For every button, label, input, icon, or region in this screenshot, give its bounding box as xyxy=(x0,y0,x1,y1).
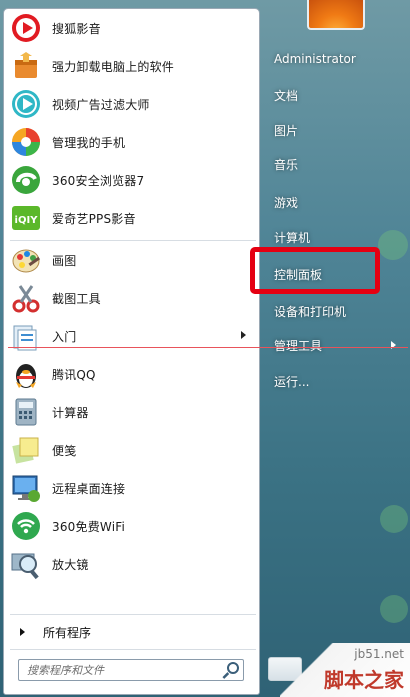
remote-desktop-icon xyxy=(10,472,42,504)
program-item[interactable]: 画图 xyxy=(10,242,258,278)
program-item[interactable]: 强力卸载电脑上的软件 xyxy=(10,48,258,84)
triangle-right-icon xyxy=(20,628,25,636)
search-input[interactable] xyxy=(19,663,221,677)
program-label: 入门 xyxy=(52,329,77,344)
right-item-admin-tools[interactable]: 管理工具 xyxy=(268,332,398,358)
360-browser-icon xyxy=(10,164,42,196)
separator xyxy=(10,614,256,615)
uninstall-box-icon xyxy=(10,50,42,82)
program-item[interactable]: 远程桌面连接 xyxy=(10,470,258,506)
wifi-icon xyxy=(10,510,42,542)
program-item[interactable]: 腾讯QQ xyxy=(10,356,258,392)
right-item-label: 管理工具 xyxy=(274,338,323,353)
right-item-documents[interactable]: 文档 xyxy=(268,82,398,108)
right-item-label: Administrator xyxy=(274,52,356,66)
program-item[interactable]: 截图工具 xyxy=(10,280,258,316)
right-item-label: 游戏 xyxy=(274,195,299,210)
watermark-name: 脚本之家 xyxy=(324,668,404,692)
search-box[interactable] xyxy=(18,659,244,681)
right-item-label: 运行... xyxy=(274,374,310,389)
snipping-tool-icon xyxy=(10,282,42,314)
right-item-label: 计算机 xyxy=(274,230,311,245)
annotation-line xyxy=(8,347,408,348)
program-label: 画图 xyxy=(52,253,77,268)
svg-text:iQIY: iQIY xyxy=(15,215,39,226)
program-item[interactable]: 计算器 xyxy=(10,394,258,430)
program-label: 视频广告过滤大师 xyxy=(52,97,150,112)
right-item-label: 音乐 xyxy=(274,157,299,172)
watermark: jb51.net 脚本之家 xyxy=(280,643,410,697)
program-item[interactable]: 放大镜 xyxy=(10,546,258,582)
program-label: 强力卸载电脑上的软件 xyxy=(52,59,175,74)
separator xyxy=(10,240,256,241)
right-item-pictures[interactable]: 图片 xyxy=(268,117,398,143)
program-label: 爱奇艺PPS影音 xyxy=(52,211,136,226)
program-label: 放大镜 xyxy=(52,557,89,572)
paint-icon xyxy=(10,244,42,276)
qq-penguin-icon xyxy=(10,358,42,390)
control-panel-highlight-box xyxy=(250,247,380,294)
program-item[interactable]: 管理我的手机 xyxy=(10,124,258,160)
program-label: 腾讯QQ xyxy=(52,367,96,382)
program-label: 管理我的手机 xyxy=(52,135,126,150)
user-picture[interactable] xyxy=(307,0,365,30)
program-item[interactable]: 360免费WiFi xyxy=(10,508,258,544)
iqiyi-pps-icon: iQIY xyxy=(10,202,42,234)
all-programs-button[interactable]: 所有程序 xyxy=(10,621,256,643)
phone-manager-icon xyxy=(10,126,42,158)
program-label: 360免费WiFi xyxy=(52,519,126,534)
right-item-games[interactable]: 游戏 xyxy=(268,189,398,215)
sticky-notes-icon xyxy=(10,434,42,466)
right-item-label: 文档 xyxy=(274,88,299,103)
submenu-arrow-icon[interactable] xyxy=(241,331,246,339)
right-item-run[interactable]: 运行... xyxy=(268,368,398,394)
right-item-label: 设备和打印机 xyxy=(274,304,347,319)
right-item-label: 图片 xyxy=(274,123,299,138)
program-item[interactable]: iQIY 爱奇艺PPS影音 xyxy=(10,200,258,236)
program-item[interactable]: 360安全浏览器7 xyxy=(10,162,258,198)
magnifier-icon xyxy=(10,548,42,580)
all-programs-label: 所有程序 xyxy=(43,625,92,640)
program-label: 截图工具 xyxy=(52,291,101,306)
program-label: 便笺 xyxy=(52,443,77,458)
program-label: 远程桌面连接 xyxy=(52,481,126,496)
program-label: 计算器 xyxy=(52,405,89,420)
separator xyxy=(10,649,256,650)
sohu-video-icon xyxy=(10,12,42,44)
watermark-site: jb51.net xyxy=(354,647,404,661)
program-item[interactable]: 搜狐影音 xyxy=(10,10,258,46)
program-label: 搜狐影音 xyxy=(52,21,101,36)
ad-filter-icon xyxy=(10,88,42,120)
calculator-icon xyxy=(10,396,42,428)
program-label: 360安全浏览器7 xyxy=(52,173,145,188)
program-item[interactable]: 视频广告过滤大师 xyxy=(10,86,258,122)
start-menu-programs-pane: 搜狐影音 强力卸载电脑上的软件 视频广告过滤大师 管理我的手机 360安全浏览器… xyxy=(3,8,260,695)
program-item[interactable]: 便笺 xyxy=(10,432,258,468)
program-item[interactable]: 入门 xyxy=(10,318,258,354)
right-item-music[interactable]: 音乐 xyxy=(268,151,398,177)
search-icon[interactable] xyxy=(221,660,243,680)
right-item-user[interactable]: Administrator xyxy=(268,46,398,72)
right-item-devices-printers[interactable]: 设备和打印机 xyxy=(268,298,398,324)
